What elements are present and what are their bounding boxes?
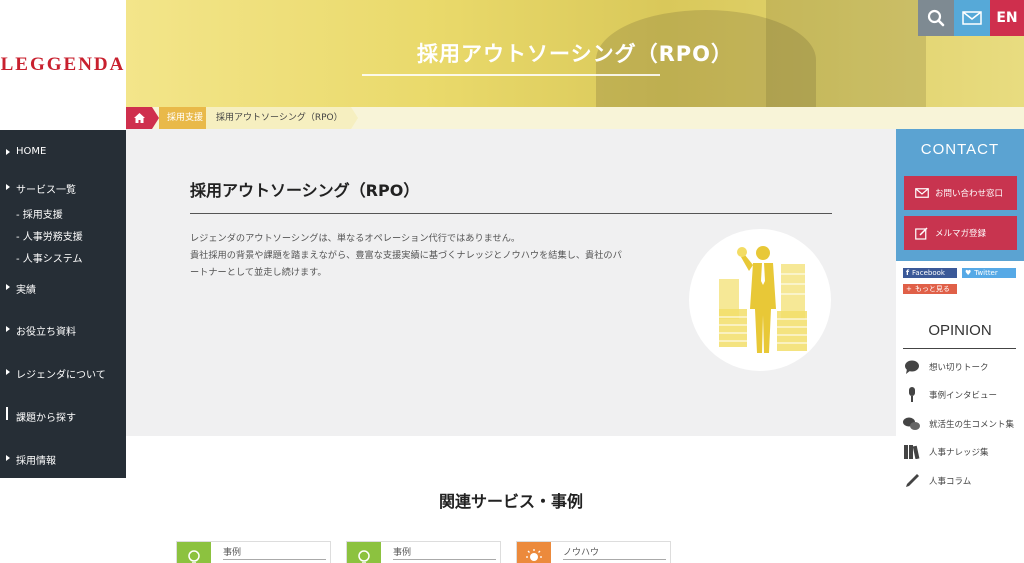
nav-label: HOME — [16, 146, 47, 157]
breadcrumb-item[interactable]: 採用支援 — [159, 107, 219, 129]
contact-panel: CONTACT お問い合わせ窓口 メルマガ登録 — [896, 129, 1024, 261]
language-en-button[interactable]: EN — [990, 0, 1024, 36]
plus-icon: + — [906, 285, 912, 293]
search-button[interactable] — [918, 0, 954, 36]
edit-icon — [915, 226, 929, 240]
card-divider — [563, 559, 666, 560]
card-divider — [223, 559, 326, 560]
businessman-illustration — [689, 229, 831, 371]
microphone-icon — [903, 387, 921, 403]
facebook-label: Facebook — [912, 269, 945, 277]
speech-bubble-icon — [903, 359, 921, 375]
opinion-item-talk[interactable]: 想い切りトーク — [903, 358, 1024, 376]
intro-line: ートナーとして並走し続けます。 — [190, 267, 327, 278]
nav-label: お役立ち資料 — [16, 327, 76, 338]
related-title: 関連サービス・事例 — [438, 492, 583, 511]
chevron-right-icon — [6, 326, 10, 332]
more-label: もっと見る — [914, 285, 950, 293]
inquiry-button[interactable]: お問い合わせ窓口 — [904, 176, 1017, 210]
nav-label: 課題から探す — [16, 413, 76, 424]
related-card[interactable]: ノウハウ — [516, 541, 671, 563]
intro-text: レジェンダのアウトソーシングは、単なるオペレーション代行ではありません。 貴社採… — [190, 230, 680, 281]
chevron-right-icon — [6, 369, 10, 375]
intro-line: 貴社採用の背景や課題を踏まえながら、豊富な支援実績に基づくナレッジとノウハウを結… — [190, 250, 622, 261]
home-icon — [133, 113, 145, 123]
nav-item-issues[interactable]: 課題から探す — [0, 407, 126, 424]
nav-item-about[interactable]: レジェンダについて — [0, 366, 126, 381]
nav-label: レジェンダについて — [16, 370, 106, 381]
intro-line: レジェンダのアウトソーシングは、単なるオペレーション代行ではありません。 — [190, 233, 521, 244]
opinion-item-interview[interactable]: 事例インタビュー — [903, 386, 1024, 404]
opinion-divider — [903, 348, 1016, 349]
nav-item-home[interactable]: HOME — [0, 146, 126, 157]
active-indicator — [6, 407, 8, 420]
chevron-right-icon — [6, 455, 10, 461]
logo[interactable]: LEGGENDA — [0, 0, 126, 130]
left-navigation: HOME サービス一覧 - 採用支援 - 人事労務支援 - 人事システム 実績 … — [0, 130, 126, 478]
nav-item-results[interactable]: 実績 — [0, 281, 126, 296]
opinion-label: 想い切りトーク — [929, 363, 989, 373]
logo-text: LEGGENDA — [0, 54, 126, 75]
sidebar-lower — [896, 261, 1024, 563]
related-card[interactable]: 事例 — [176, 541, 331, 563]
page-title: 採用アウトソーシング（RPO） — [190, 181, 420, 200]
nav-subitem-recruiting[interactable]: - 採用支援 — [16, 206, 63, 221]
pen-icon — [903, 473, 921, 489]
mail-icon — [915, 187, 929, 199]
lightbulb-shine-icon — [517, 542, 551, 563]
opinion-title: OPINION — [928, 322, 992, 339]
breadcrumb-home[interactable] — [126, 107, 159, 129]
chevron-right-icon — [6, 284, 10, 290]
newsletter-button[interactable]: メルマガ登録 — [904, 216, 1017, 250]
nav-label: サービス一覧 — [16, 185, 76, 196]
opinion-item-comments[interactable]: 就活生の生コメント集 — [903, 415, 1024, 433]
chevron-right-icon — [6, 184, 10, 190]
nav-subitem-hr-system[interactable]: - 人事システム — [16, 250, 83, 265]
opinion-label: 事例インタビュー — [929, 391, 998, 401]
breadcrumb: 採用支援 採用アウトソーシング（RPO） — [126, 107, 1024, 129]
twitter-share-button[interactable]: ♥ Twitter — [962, 268, 1016, 278]
chat-bubbles-icon — [903, 416, 921, 432]
language-label: EN — [996, 10, 1018, 26]
lightbulb-icon — [177, 542, 211, 563]
breadcrumb-current: 採用アウトソーシング（RPO） — [206, 107, 358, 129]
mail-button[interactable] — [954, 0, 990, 36]
more-share-button[interactable]: + もっと見る — [903, 284, 957, 294]
card-label: 事例 — [223, 548, 242, 558]
hero-title: 採用アウトソーシング（RPO） — [417, 42, 733, 66]
nav-item-services[interactable]: サービス一覧 — [0, 181, 126, 196]
opinion-label: 人事コラム — [929, 477, 972, 487]
businessman-icon — [719, 246, 807, 353]
newsletter-label: メルマガ登録 — [935, 229, 987, 239]
twitter-label: Twitter — [974, 269, 998, 277]
opinion-item-column[interactable]: 人事コラム — [903, 472, 1024, 490]
title-divider — [190, 213, 832, 214]
nav-label: 実績 — [16, 285, 36, 296]
hero-underline — [362, 74, 660, 76]
facebook-share-button[interactable]: f Facebook — [903, 268, 957, 278]
opinion-label: 人事ナレッジ集 — [929, 448, 989, 458]
lightbulb-icon — [347, 542, 381, 563]
card-divider — [393, 559, 496, 560]
contact-title: CONTACT — [920, 141, 1000, 158]
card-label: ノウハウ — [563, 548, 600, 558]
facebook-icon: f — [906, 269, 910, 277]
nav-label: 採用情報 — [16, 456, 56, 467]
inquiry-label: お問い合わせ窓口 — [935, 189, 1004, 199]
search-icon — [927, 9, 945, 27]
chevron-right-icon — [6, 149, 10, 155]
mail-icon — [962, 11, 982, 25]
nav-item-recruit[interactable]: 採用情報 — [0, 452, 126, 467]
nav-item-resources[interactable]: お役立ち資料 — [0, 323, 126, 338]
books-icon — [903, 444, 921, 460]
card-label: 事例 — [393, 548, 412, 558]
opinion-label: 就活生の生コメント集 — [929, 420, 1015, 430]
twitter-icon: ♥ — [965, 269, 972, 277]
nav-subitem-hr-labor[interactable]: - 人事労務支援 — [16, 228, 83, 243]
main-content: 採用アウトソーシング（RPO） レジェンダのアウトソーシングは、単なるオペレーシ… — [126, 129, 896, 436]
related-card[interactable]: 事例 — [346, 541, 501, 563]
hero-banner: 採用アウトソーシング（RPO） — [126, 0, 1024, 107]
opinion-item-knowledge[interactable]: 人事ナレッジ集 — [903, 443, 1024, 461]
